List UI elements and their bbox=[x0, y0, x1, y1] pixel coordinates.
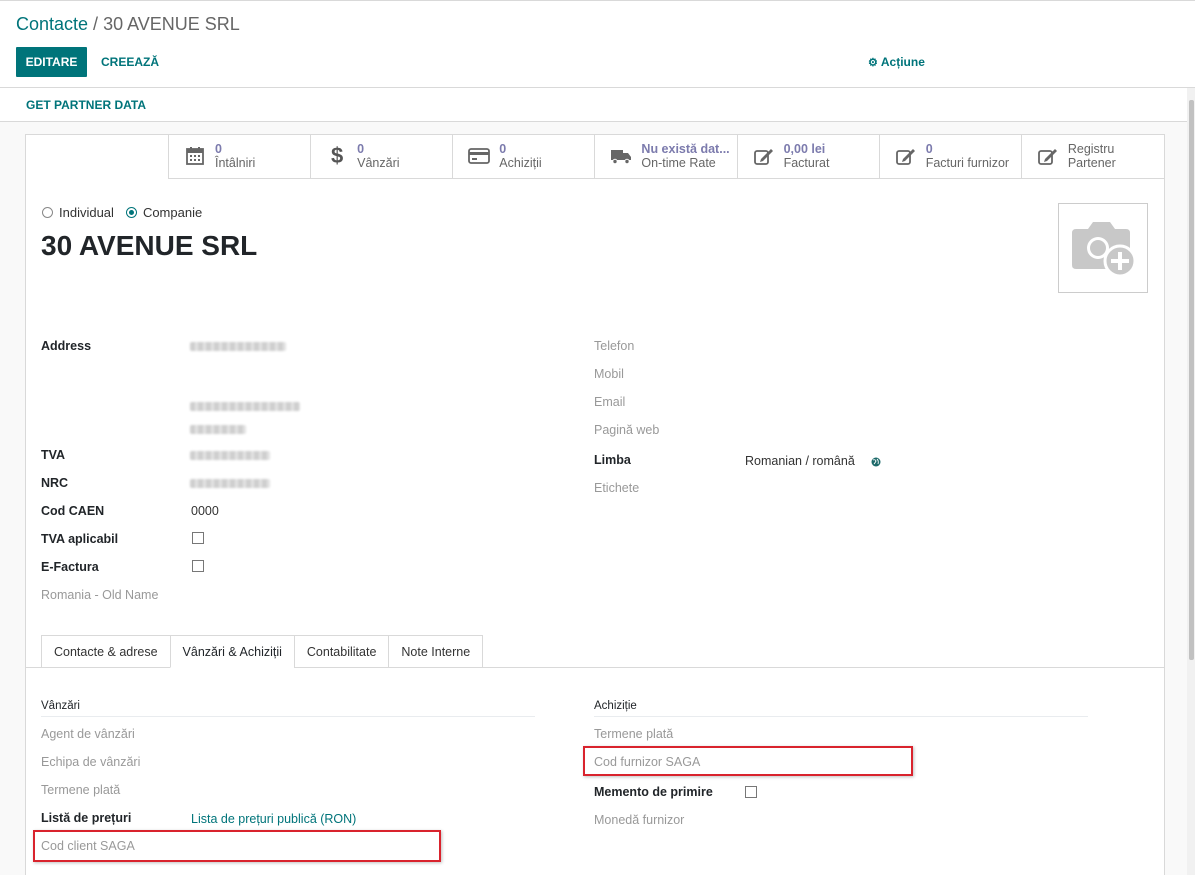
invoiced-amount: 0,00 lei bbox=[783, 142, 826, 156]
action-menu-button[interactable]: ⚙ Acțiune bbox=[868, 55, 925, 69]
control-panel: Contacte / 30 AVENUE SRL EDITARE CREEAZĂ… bbox=[0, 0, 1195, 88]
address-street-redacted bbox=[190, 342, 286, 351]
notebook-tabs: Contacte & adrese Vânzări & Achiziții Co… bbox=[41, 635, 484, 668]
edit-icon bbox=[1036, 144, 1060, 168]
breadcrumb-separator: / bbox=[88, 14, 104, 34]
action-menu-label: Acțiune bbox=[880, 55, 925, 69]
tab-accounting[interactable]: Contabilitate bbox=[293, 635, 389, 668]
sales-label: Vânzări bbox=[357, 156, 400, 170]
tva-label: TVA bbox=[41, 448, 66, 462]
on-time-rate-label: On-time Rate bbox=[641, 156, 716, 170]
nrc-label: NRC bbox=[41, 476, 69, 490]
sales-team-label: Echipa de vânzări bbox=[41, 755, 141, 769]
pricelist-value-link[interactable]: Lista de prețuri publică (RON) bbox=[191, 812, 356, 826]
edit-icon bbox=[894, 144, 918, 168]
on-time-rate-value: Nu există dat... bbox=[641, 142, 730, 156]
tva-aplicabil-checkbox[interactable] bbox=[192, 532, 204, 544]
invoiced-label: Facturat bbox=[783, 156, 830, 170]
breadcrumb-current: 30 AVENUE SRL bbox=[103, 14, 240, 34]
get-partner-data-button[interactable]: GET PARTNER DATA bbox=[26, 98, 146, 112]
salesperson-label: Agent de vânzări bbox=[41, 727, 135, 741]
vendor-bills-smart-button[interactable]: 0 Facturi furnizor bbox=[880, 134, 1022, 178]
saga-client-code-highlight bbox=[33, 830, 441, 862]
dollar-icon: $ bbox=[331, 143, 344, 168]
credit-card-icon bbox=[467, 144, 491, 168]
tva-value-redacted bbox=[190, 451, 270, 460]
edit-icon bbox=[752, 144, 776, 168]
receipt-reminder-label: Memento de primire bbox=[594, 785, 713, 799]
tags-label: Etichete bbox=[594, 481, 640, 495]
meetings-count: 0 bbox=[215, 142, 222, 156]
calendar-icon bbox=[183, 144, 207, 168]
breadcrumb: Contacte / 30 AVENUE SRL bbox=[16, 14, 240, 35]
sales-section-title: Vânzări bbox=[41, 700, 80, 712]
pricelist-label: Listă de prețuri bbox=[41, 811, 132, 825]
purchase-payment-terms-label: Termene plată bbox=[594, 727, 674, 741]
truck-icon bbox=[609, 144, 633, 168]
purchase-section-title: Achiziție bbox=[594, 700, 637, 712]
partner-ledger-line2: Partener bbox=[1067, 156, 1116, 170]
individual-radio[interactable] bbox=[42, 207, 53, 218]
efactura-label: E-Factura bbox=[41, 560, 99, 574]
address-country-redacted bbox=[190, 425, 246, 434]
company-type-selector: Individual Companie bbox=[42, 205, 214, 220]
sales-count: 0 bbox=[357, 142, 365, 156]
invoiced-smart-button[interactable]: 0,00 lei Facturat bbox=[738, 134, 880, 178]
globe-icon[interactable] bbox=[871, 455, 881, 470]
address-label: Address bbox=[41, 339, 92, 353]
sales-payment-terms-label: Termene plată bbox=[41, 783, 121, 797]
purchases-smart-button[interactable]: 0 Achiziții bbox=[453, 134, 596, 178]
partner-ledger-line1: Registru bbox=[1067, 142, 1115, 156]
email-label: Email bbox=[594, 395, 626, 409]
gear-icon: ⚙ bbox=[868, 57, 878, 69]
company-radio-label[interactable]: Companie bbox=[143, 205, 202, 220]
breadcrumb-parent-link[interactable]: Contacte bbox=[16, 14, 88, 34]
supplier-currency-label: Monedă furnizor bbox=[594, 813, 685, 827]
caen-value: 0000 bbox=[191, 504, 219, 518]
on-time-rate-smart-button[interactable]: Nu există dat... On-time Rate bbox=[595, 134, 738, 178]
individual-radio-label[interactable]: Individual bbox=[59, 205, 114, 220]
telefon-label: Telefon bbox=[594, 339, 635, 353]
old-name-label: Romania - Old Name bbox=[41, 588, 159, 602]
tva-aplicabil-label: TVA aplicabil bbox=[41, 532, 119, 546]
edit-button[interactable]: EDITARE bbox=[16, 47, 87, 77]
sales-section-separator bbox=[41, 716, 535, 717]
scrollbar-thumb[interactable] bbox=[1189, 100, 1194, 660]
partner-image-placeholder[interactable] bbox=[1058, 203, 1148, 293]
tab-sales-purchases[interactable]: Vânzări & Achiziții bbox=[169, 635, 294, 668]
vendor-bills-label: Facturi furnizor bbox=[925, 156, 1010, 170]
saga-supplier-code-highlight bbox=[583, 746, 913, 776]
nrc-value-redacted bbox=[190, 479, 270, 488]
company-radio[interactable] bbox=[125, 207, 137, 218]
meetings-smart-button[interactable]: 0 Întâlniri bbox=[169, 134, 312, 178]
website-label: Pagină web bbox=[594, 423, 660, 437]
caen-label: Cod CAEN bbox=[41, 504, 105, 518]
purchase-section-separator bbox=[594, 716, 1088, 717]
meetings-label: Întâlniri bbox=[215, 156, 256, 170]
create-button[interactable]: CREEAZĂ bbox=[101, 55, 159, 69]
sales-smart-button[interactable]: $ 0 Vânzări bbox=[311, 134, 454, 178]
language-value: Romanian / română bbox=[745, 454, 855, 468]
partner-name-title: 30 AVENUE SRL bbox=[41, 230, 258, 261]
smart-button-box: 0 Întâlniri $ 0 Vânzări 0 Achiziții Nu exis… bbox=[168, 134, 1164, 179]
receipt-reminder-checkbox[interactable] bbox=[745, 786, 757, 798]
camera-add-icon bbox=[1068, 217, 1138, 280]
tab-internal-notes[interactable]: Note Interne bbox=[388, 635, 484, 668]
tab-contacts-addresses[interactable]: Contacte & adrese bbox=[41, 635, 170, 668]
mobil-label: Mobil bbox=[594, 367, 624, 381]
purchases-label: Achiziții bbox=[499, 156, 542, 170]
partner-ledger-smart-button[interactable]: Registru Partener bbox=[1022, 134, 1164, 178]
language-label: Limba bbox=[594, 453, 631, 467]
vendor-bills-count: 0 bbox=[925, 142, 933, 156]
form-header: GET PARTNER DATA bbox=[0, 88, 1187, 122]
purchases-count: 0 bbox=[499, 142, 507, 156]
address-city-redacted bbox=[190, 402, 300, 411]
efactura-checkbox[interactable] bbox=[192, 560, 204, 572]
